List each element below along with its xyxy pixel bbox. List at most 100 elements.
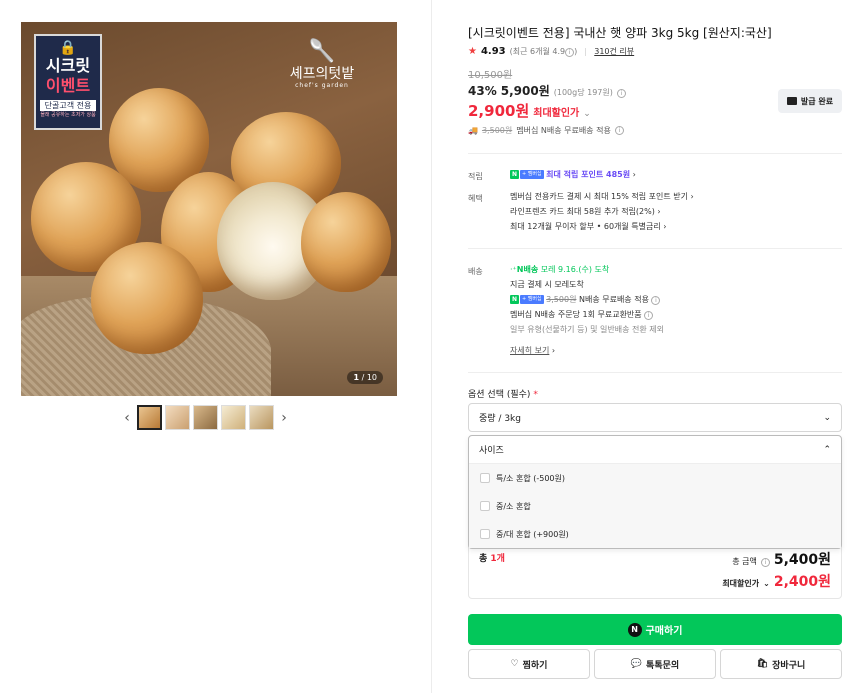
coupon-label: 발급 완료 — [800, 96, 834, 106]
size-dropdown[interactable]: 사이즈 ⌃ 특/소 혼합 (-500원) 중/소 혼합 중/대 혼합 (+900… — [468, 435, 842, 549]
delivery-line: 멤버십 N배송 주문당 1회 무료교환반품 i — [510, 307, 664, 322]
points-text: 최대 적립 포인트 485원 — [546, 170, 631, 179]
thumbnail[interactable] — [221, 405, 246, 430]
option-title-text: 옵션 선택 (필수) — [468, 390, 531, 400]
delivery-info: ·⁺N배송 모레 9.16.(수) 도착 지금 결제 시 모레도착 N + 멤버십… — [510, 262, 664, 358]
total-quantity: 총 1개 — [479, 551, 505, 564]
benefit-text: 최대 12개월 무이자 할부 • 60개월 특별금리 — [510, 222, 661, 231]
benefit-item[interactable]: 최대 12개월 무이자 할부 • 60개월 특별금리 › — [510, 219, 694, 234]
chevron-right-icon: › — [632, 170, 636, 179]
checkbox[interactable] — [480, 529, 490, 539]
delivery-badge-text: N배송 — [516, 265, 539, 274]
product-main-image[interactable]: 🔒 시크릿 이벤트 단골고객 전용 몰래 공유하는 초저가 상품 🥄 셰프의텃밭… — [21, 22, 397, 396]
rating-note-text: (최근 6개월 4.9 — [509, 47, 566, 56]
sale-price-row: 43% 5,900원 (100g당 197원) i — [468, 82, 626, 99]
shipping-text: 멤버십 N배송 무료배송 적용 — [516, 126, 611, 135]
benefit-item[interactable]: 라인프렌즈 카드 최대 58원 추가 적립(2%) › — [510, 204, 694, 219]
onion-image — [301, 192, 391, 292]
info-icon[interactable]: i — [614, 126, 624, 135]
original-price: 10,500원 — [468, 70, 513, 81]
buy-label: 구매하기 — [645, 626, 683, 637]
review-count-link[interactable]: 310건 리뷰 — [594, 46, 634, 57]
divider — [585, 47, 587, 56]
weight-select[interactable]: 중량 / 3kg ⌄ — [468, 403, 842, 432]
total-amount: 총 금액 i 5,400원 — [732, 549, 831, 569]
thumbnail[interactable] — [165, 405, 190, 430]
star-icon: ★ — [468, 46, 477, 57]
npay-icon: N — [627, 622, 642, 637]
badge-line: 단골고객 전용 — [40, 100, 96, 111]
divider — [468, 372, 842, 373]
size-option-label: 특/소 혼합 (-500원) — [496, 473, 565, 483]
delivery-text: N배송 무료배송 적용 — [578, 295, 649, 304]
thumbnail[interactable] — [193, 405, 218, 430]
talk-inquiry-button[interactable]: 💬 톡톡문의 — [594, 649, 716, 679]
benefit-label: 혜택 — [468, 194, 483, 203]
size-option[interactable]: 중/소 혼합 — [469, 492, 841, 520]
checkbox[interactable] — [480, 473, 490, 483]
info-icon[interactable]: i — [565, 48, 575, 57]
points-label: 적립 — [468, 172, 483, 181]
max-label: 최대할인가 — [722, 579, 760, 588]
brand-name: 셰프의텃밭 — [289, 66, 355, 82]
counter-total: 10 — [366, 373, 377, 382]
size-dropdown-header[interactable]: 사이즈 ⌃ — [469, 436, 841, 464]
delivery-text: 멤버십 N배송 주문당 1회 무료교환반품 — [510, 310, 642, 319]
cart-label: 장바구니 — [772, 660, 806, 671]
checkbox[interactable] — [480, 501, 490, 511]
info-icon[interactable]: i — [644, 311, 654, 320]
secondary-actions: ♡ 찜하기 💬 톡톡문의 🛍 장바구니 — [468, 649, 842, 679]
thumbnail[interactable] — [137, 405, 162, 430]
chevron-left-icon[interactable]: ‹ — [120, 410, 134, 426]
heart-icon: ♡ — [510, 659, 519, 669]
more-link-row[interactable]: 자세히 보기 › — [510, 343, 664, 358]
lock-icon: 🔒 — [59, 40, 77, 56]
benefit-text: 라인프렌즈 카드 최대 58원 추가 적립(2%) — [510, 207, 655, 216]
required-mark: * — [533, 390, 538, 400]
max-discount-price[interactable]: 2,900원 최대할인가 ⌄ — [468, 100, 591, 121]
counter-current: 1 — [353, 373, 360, 382]
spoon-sprout-icon: 🥄 — [308, 39, 336, 64]
chevron-down-icon: ⌄ — [583, 109, 591, 119]
size-option-label: 중/소 혼합 — [496, 501, 531, 511]
onion-image — [91, 242, 203, 354]
coupon-issued-button[interactable]: 발급 완료 — [778, 89, 842, 113]
badge-line: 몰래 공유하는 초저가 상품 — [40, 112, 96, 118]
rating-note: (최근 6개월 4.9 i) — [509, 46, 577, 57]
strike-fee: 3,500원 — [546, 295, 577, 304]
truck-icon: 🚚 — [468, 126, 478, 135]
buy-button[interactable]: N 구매하기 — [468, 614, 842, 645]
info-icon[interactable]: i — [651, 296, 661, 305]
weight-select-value: 중량 / 3kg — [479, 414, 521, 424]
see-more-link[interactable]: 자세히 보기 — [510, 346, 549, 355]
delivery-badge: ·⁺N배송 — [510, 265, 539, 274]
npay-plus-badge: N + 멤버십 — [510, 295, 544, 304]
size-option[interactable]: 중/대 혼합 (+900원) — [469, 520, 841, 548]
brand-subtitle: chef's garden — [295, 82, 349, 89]
shipping-original-fee: 3,500원 — [481, 126, 513, 135]
total-max-discount[interactable]: 최대할인가 ⌄ 2,400원 — [722, 571, 831, 591]
delivery-label: 배송 — [468, 267, 483, 276]
info-icon[interactable]: i — [616, 89, 626, 98]
thumbnail[interactable] — [249, 405, 274, 430]
benefit-item[interactable]: 멤버십 전용카드 결제 시 최대 15% 적립 포인트 받기 › — [510, 189, 694, 204]
size-option-label: 중/대 혼합 (+900원) — [496, 529, 569, 539]
badge-line: 이벤트 — [45, 76, 91, 95]
quantity-label: 총 — [479, 554, 491, 564]
wishlist-button[interactable]: ♡ 찜하기 — [468, 649, 590, 679]
points-row[interactable]: N + 멤버십 최대 적립 포인트 485원 › — [510, 167, 636, 182]
talk-label: 톡톡문의 — [646, 660, 680, 671]
chat-icon: 💬 — [630, 659, 643, 669]
info-icon[interactable]: i — [760, 558, 770, 567]
chevron-down-icon: ⌄ — [763, 579, 770, 588]
chevron-right-icon[interactable]: › — [277, 410, 291, 426]
coupon-icon — [786, 97, 797, 105]
quantity-value: 1개 — [490, 554, 505, 564]
product-gallery: 🔒 시크릿 이벤트 단골고객 전용 몰래 공유하는 초저가 상품 🥄 셰프의텃밭… — [0, 0, 432, 693]
delivery-line: N + 멤버십 3,500원 N배송 무료배송 적용 i — [510, 292, 664, 307]
benefit-list: 멤버십 전용카드 결제 시 최대 15% 적립 포인트 받기 › 라인프렌즈 카… — [510, 189, 694, 234]
size-option[interactable]: 특/소 혼합 (-500원) — [469, 464, 841, 492]
chevron-down-icon: ⌄ — [823, 412, 831, 423]
arrival-row: ·⁺N배송 모레 9.16.(수) 도착 — [510, 262, 664, 277]
cart-button[interactable]: 🛍 장바구니 — [720, 649, 842, 679]
